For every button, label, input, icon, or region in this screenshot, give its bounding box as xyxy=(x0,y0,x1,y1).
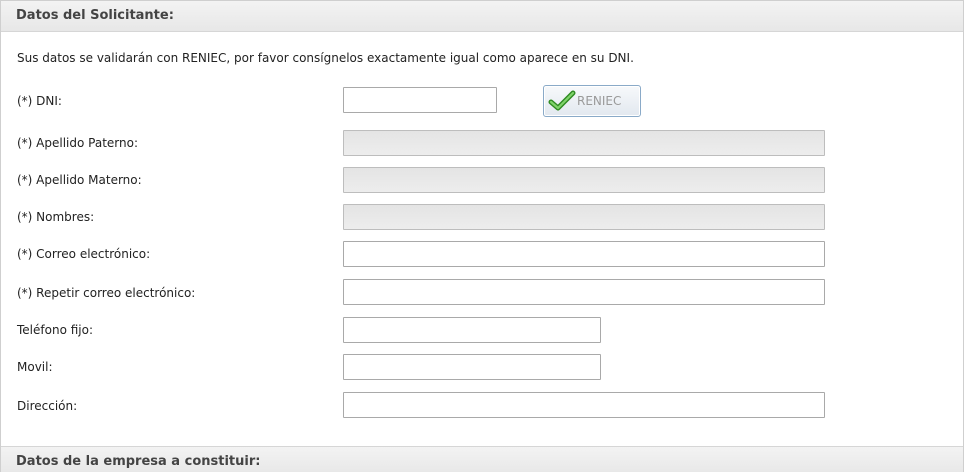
dni-label: (*) DNI: xyxy=(17,94,62,108)
direccion-input[interactable] xyxy=(343,392,825,418)
section-title-empresa: Datos de la empresa a constituir: xyxy=(16,454,261,469)
telefono-input[interactable] xyxy=(343,317,601,343)
intro-text: Sus datos se validarán con RENIEC, por f… xyxy=(17,51,634,65)
correo-label: (*) Correo electrónico: xyxy=(17,247,151,261)
repetir-correo-input[interactable] xyxy=(343,279,825,305)
movil-label: Movil: xyxy=(17,360,53,374)
green-checkmark-icon xyxy=(548,90,576,111)
apellido-materno-label: (*) Apellido Materno: xyxy=(17,173,142,187)
reniec-button[interactable]: RENIEC xyxy=(543,85,641,117)
section-header-empresa: Datos de la empresa a constituir: xyxy=(1,446,963,472)
movil-input[interactable] xyxy=(343,354,601,380)
reniec-button-label: RENIEC xyxy=(577,94,622,108)
repetir-correo-label: (*) Repetir correo electrónico: xyxy=(17,286,196,300)
section-header-solicitante: Datos del Solicitante: xyxy=(1,1,963,32)
apellido-materno-input xyxy=(343,167,825,193)
apellido-paterno-input xyxy=(343,130,825,156)
direccion-label: Dirección: xyxy=(17,399,78,413)
dni-input[interactable] xyxy=(343,87,497,113)
apellido-paterno-label: (*) Apellido Paterno: xyxy=(17,136,139,150)
correo-input[interactable] xyxy=(343,241,825,267)
section-title-solicitante: Datos del Solicitante: xyxy=(16,8,174,23)
nombres-label: (*) Nombres: xyxy=(17,210,95,224)
nombres-input xyxy=(343,204,825,230)
telefono-label: Teléfono fijo: xyxy=(17,323,93,337)
applicant-form-panel: Datos del Solicitante: Sus datos se vali… xyxy=(0,0,964,472)
